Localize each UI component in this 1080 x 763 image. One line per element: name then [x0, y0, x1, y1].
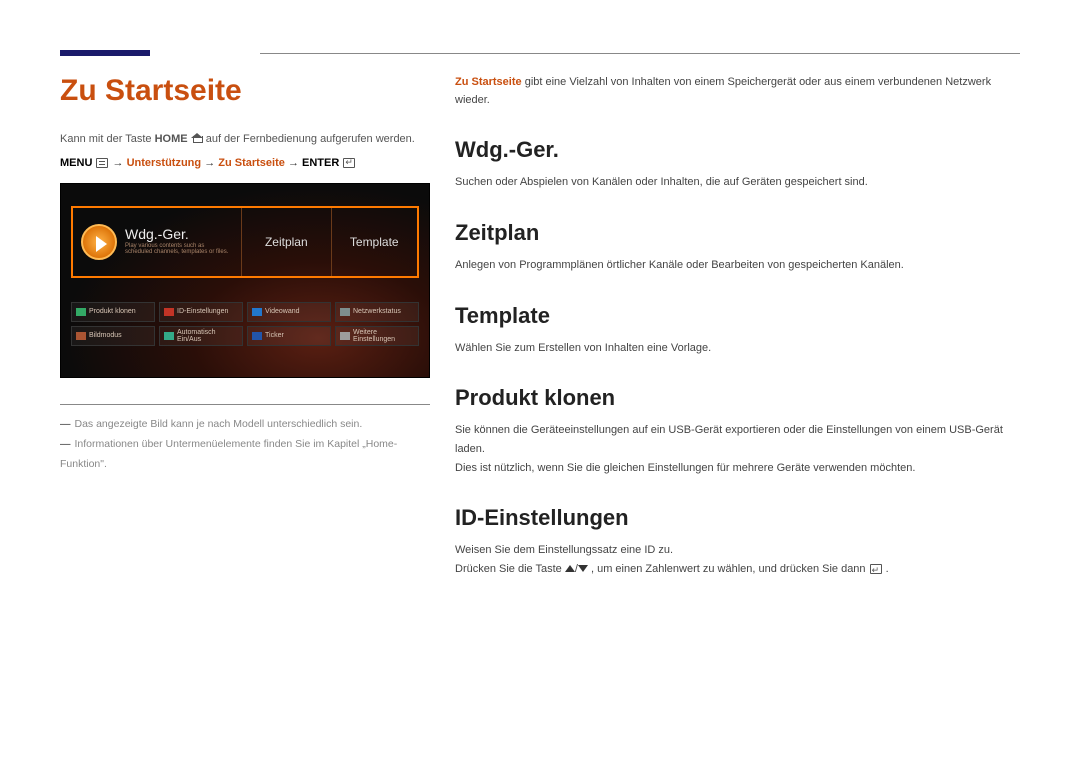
tv-small-cell: Netzwerkstatus — [335, 302, 419, 322]
header-bar — [60, 50, 1020, 56]
arrow-down-icon — [578, 565, 588, 572]
body-id-1: Weisen Sie dem Einstellungssatz eine ID … — [455, 541, 1020, 560]
tv-wdg-subtitle: Play various contents such as scheduled … — [125, 243, 233, 256]
cell-icon — [340, 332, 350, 340]
tv-small-row-2: Bildmodus Automatisch Ein/Aus Ticker Wei… — [71, 326, 419, 346]
intro-line: Kann mit der Taste HOME auf der Fernbedi… — [60, 130, 430, 149]
arrow: → — [288, 157, 302, 169]
enter-icon — [870, 564, 882, 574]
menu-icon — [96, 158, 108, 168]
home-icon — [191, 133, 203, 143]
tv-screenshot: Wdg.-Ger. Play various contents such as … — [60, 183, 430, 378]
intro-rest: gibt eine Vielzahl von Inhalten von eine… — [455, 76, 991, 106]
enter-icon — [343, 158, 355, 168]
enter-label: ENTER — [302, 157, 339, 169]
cell-icon — [252, 308, 262, 316]
tv-small-cell: Weitere Einstellungen — [335, 326, 419, 346]
tv-tile-wdg: Wdg.-Ger. Play various contents such as … — [73, 208, 242, 276]
page-title: Zu Startseite — [60, 74, 430, 108]
arrow: → — [113, 157, 127, 169]
tv-tile-template: Template — [332, 208, 417, 276]
tv-small-row-1: Produkt klonen ID-Einstellungen Videowan… — [71, 302, 419, 322]
right-intro: Zu Startseite gibt eine Vielzahl von Inh… — [455, 74, 1020, 109]
body-klonen-2: Dies ist nützlich, wenn Sie die gleichen… — [455, 459, 1020, 478]
cell-icon — [164, 332, 174, 340]
tv-small-cell: Automatisch Ein/Aus — [159, 326, 243, 346]
heading-template: Template — [455, 303, 1020, 329]
tv-small-cell: Bildmodus — [71, 326, 155, 346]
cell-icon — [164, 308, 174, 316]
cell-icon — [76, 332, 86, 340]
intro-strong: Zu Startseite — [455, 76, 522, 88]
menu-path: MENU → Unterstützung → Zu Startseite → E… — [60, 157, 430, 169]
body-zeitplan: Anlegen von Programmplänen örtlicher Kan… — [455, 256, 1020, 275]
home-key-label: HOME — [155, 133, 188, 145]
intro-pre: Kann mit der Taste — [60, 133, 155, 145]
body-id-2: Drücken Sie die Taste / , um einen Zahle… — [455, 560, 1020, 579]
right-column: Zu Startseite gibt eine Vielzahl von Inh… — [455, 74, 1020, 579]
path-home: Zu Startseite — [218, 157, 285, 169]
left-column: Zu Startseite Kann mit der Taste HOME au… — [60, 74, 430, 579]
path-support: Unterstützung — [127, 157, 202, 169]
tv-small-cell: Videowand — [247, 302, 331, 322]
tv-top-row: Wdg.-Ger. Play various contents such as … — [71, 206, 419, 278]
arrow: → — [204, 157, 218, 169]
heading-klonen: Produkt klonen — [455, 385, 1020, 411]
header-rule — [260, 53, 1020, 54]
tv-wdg-title: Wdg.-Ger. — [125, 227, 233, 242]
play-icon — [81, 224, 117, 260]
cell-icon — [252, 332, 262, 340]
accent-block — [60, 50, 150, 56]
cell-icon — [76, 308, 86, 316]
footnote: ―Informationen über Untermenüelemente fi… — [60, 435, 430, 475]
arrow-up-icon — [565, 565, 575, 572]
separator — [60, 404, 430, 405]
menu-label: MENU — [60, 157, 92, 169]
intro-post: auf der Fernbedienung aufgerufen werden. — [206, 133, 415, 145]
body-template: Wählen Sie zum Erstellen von Inhalten ei… — [455, 339, 1020, 358]
heading-wdg: Wdg.-Ger. — [455, 137, 1020, 163]
tv-small-cell: Produkt klonen — [71, 302, 155, 322]
cell-icon — [340, 308, 350, 316]
heading-zeitplan: Zeitplan — [455, 220, 1020, 246]
footnote: ―Das angezeigte Bild kann je nach Modell… — [60, 415, 430, 435]
body-klonen-1: Sie können die Geräteeinstellungen auf e… — [455, 421, 1020, 458]
tv-small-cell: Ticker — [247, 326, 331, 346]
body-wdg: Suchen oder Abspielen von Kanälen oder I… — [455, 173, 1020, 192]
tv-small-cell: ID-Einstellungen — [159, 302, 243, 322]
tv-tile-zeitplan: Zeitplan — [242, 208, 331, 276]
heading-id: ID-Einstellungen — [455, 505, 1020, 531]
